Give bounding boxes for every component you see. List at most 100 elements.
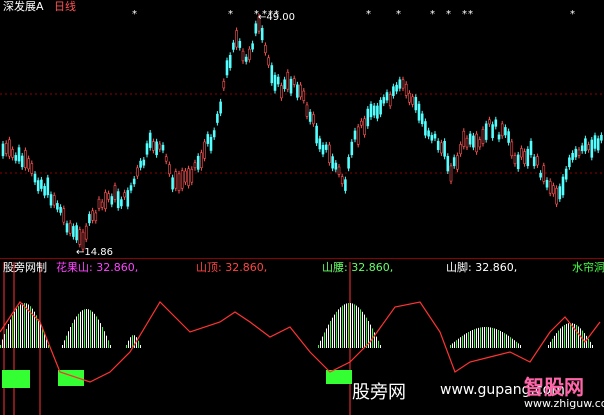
- indicator-bar: [548, 345, 549, 348]
- candle: [449, 162, 453, 185]
- indicator-bar: [322, 336, 323, 348]
- candle: [427, 127, 430, 140]
- legend-item: 山脚: 32.860,: [446, 261, 517, 274]
- indicator-bar: [466, 333, 467, 348]
- indicator-bar: [332, 317, 333, 348]
- signal-star-marker: *: [570, 9, 575, 20]
- candle: [344, 176, 347, 194]
- indicator-bar: [328, 324, 329, 348]
- legend-label: 山腰:: [322, 261, 348, 274]
- candle: [465, 135, 469, 151]
- indicator-bar: [330, 321, 331, 348]
- indicator-bar: [454, 341, 455, 348]
- candle: [126, 187, 130, 210]
- indicator-bar: [358, 307, 359, 348]
- candle: [289, 76, 293, 97]
- candle: [472, 132, 475, 151]
- candle: [174, 168, 178, 192]
- indicator-bar: [62, 345, 63, 348]
- indicator-bar: [498, 329, 499, 348]
- indicator-bar: [346, 303, 347, 348]
- indicator-bar: [378, 340, 379, 348]
- candle: [590, 136, 594, 161]
- indicator-bar: [554, 335, 555, 348]
- legend-value: 32.860,: [347, 261, 394, 274]
- indicator-bar: [512, 338, 513, 348]
- candle: [193, 159, 197, 171]
- indicator-bar: [78, 313, 79, 348]
- candle: [385, 89, 389, 104]
- candle: [280, 82, 283, 101]
- indicator-bar: [22, 303, 23, 348]
- indicator-bar: [456, 340, 457, 348]
- candle: [8, 136, 11, 160]
- candle: [347, 154, 350, 172]
- indicator-bar: [342, 305, 343, 348]
- candle: [360, 118, 363, 129]
- period-label[interactable]: 日线: [54, 0, 76, 13]
- candle: [219, 98, 222, 117]
- candle: [475, 131, 478, 155]
- candle: [20, 152, 24, 170]
- candle: [222, 78, 226, 91]
- candle: [580, 142, 584, 154]
- candle: [139, 158, 142, 171]
- stock-title: 深发展A: [3, 0, 44, 13]
- candle: [136, 164, 139, 180]
- indicator-bar: [566, 323, 567, 348]
- candle: [468, 130, 472, 148]
- indicator-bar: [516, 341, 517, 348]
- indicator-bar: [326, 328, 327, 348]
- candle: [75, 222, 78, 243]
- legend-item: 山顶: 32.860,: [196, 261, 267, 274]
- indicator-bar: [76, 316, 77, 348]
- candle: [417, 101, 421, 124]
- candle: [443, 138, 446, 160]
- legend-item: 花果山: 32.860,: [56, 261, 138, 274]
- candle: [4, 140, 8, 157]
- candle: [97, 196, 101, 212]
- candle: [321, 142, 325, 158]
- candle: [376, 102, 379, 122]
- candle: [561, 174, 565, 198]
- indicator-bar: [350, 303, 351, 348]
- candle: [312, 111, 315, 127]
- candle: [558, 183, 562, 202]
- candle: [440, 139, 443, 156]
- indicator-bar: [518, 343, 519, 348]
- candle: [40, 176, 43, 192]
- candle: [308, 109, 312, 125]
- candle: [196, 153, 200, 173]
- candle: [177, 170, 181, 194]
- indicator-bar: [482, 327, 483, 348]
- legend-label: 花果山:: [56, 261, 93, 274]
- indicator-bar: [344, 304, 345, 348]
- indicator-bar: [586, 335, 587, 348]
- candle: [113, 182, 117, 203]
- candle: [171, 174, 174, 193]
- candle: [520, 145, 523, 161]
- indicator-bar: [562, 326, 563, 348]
- indicator-bar: [80, 311, 81, 348]
- candle: [251, 40, 254, 53]
- candle: [510, 138, 514, 159]
- candle: [382, 94, 386, 107]
- candle: [203, 138, 206, 162]
- candle: [132, 176, 136, 187]
- candle: [337, 164, 341, 178]
- candle: [456, 152, 459, 173]
- candle: [91, 207, 94, 224]
- candle: [478, 136, 482, 150]
- signal-star-marker: *: [430, 9, 435, 20]
- indicator-bar: [100, 323, 101, 348]
- indicator-bar: [14, 311, 15, 348]
- price-chart[interactable]: [0, 0, 604, 258]
- indicator-bar: [64, 340, 65, 348]
- indicator-bar: [478, 327, 479, 348]
- candle: [548, 178, 552, 197]
- candle: [401, 76, 405, 92]
- candle: [52, 192, 56, 209]
- indicator-bar: [340, 307, 341, 348]
- candle: [65, 220, 69, 236]
- indicator-bar: [20, 304, 21, 348]
